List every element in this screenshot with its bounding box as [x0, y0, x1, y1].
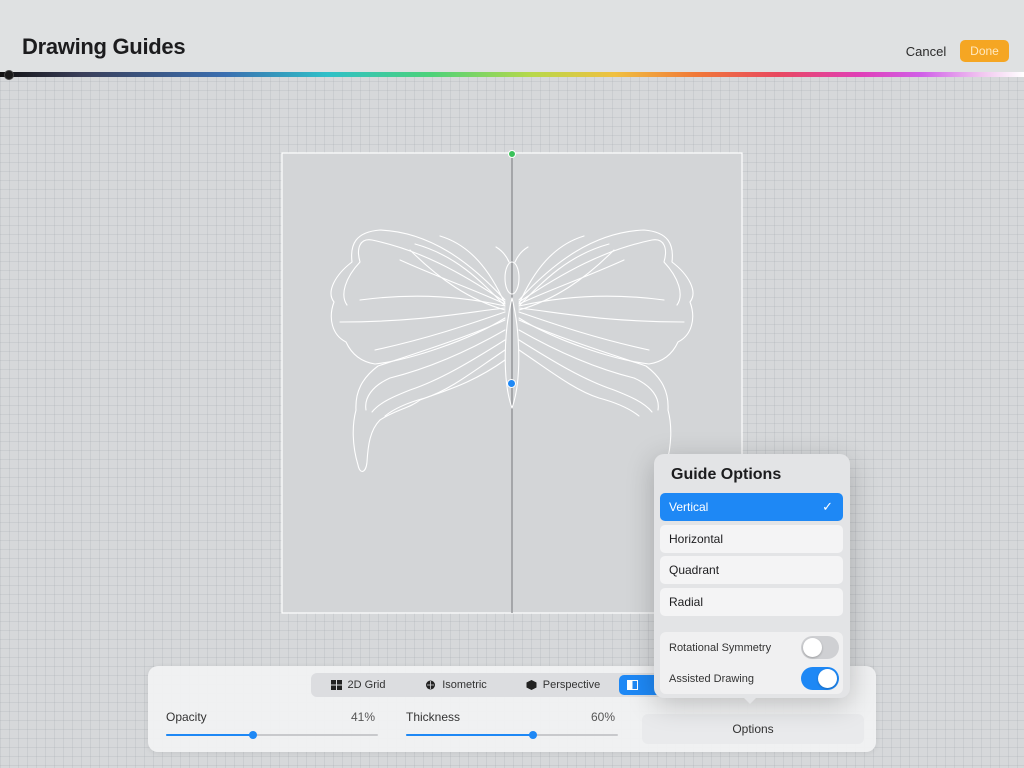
- toggle-label: Rotational Symmetry: [669, 641, 772, 654]
- guide-color-slider[interactable]: [0, 72, 1024, 77]
- guide-options-popover: Guide Options Vertical ✓ Horizontal Quad…: [654, 454, 850, 698]
- done-button[interactable]: Done: [960, 40, 1009, 62]
- option-quadrant[interactable]: Quadrant: [660, 556, 843, 584]
- thickness-slider-fill: [406, 734, 533, 736]
- option-vertical[interactable]: Vertical ✓: [660, 493, 843, 521]
- option-label: Horizontal: [669, 532, 724, 546]
- option-label: Vertical: [669, 500, 709, 514]
- toggle-row-assisted-drawing: Assisted Drawing: [660, 663, 843, 694]
- toggle-label: Assisted Drawing: [669, 672, 754, 685]
- axis-rotate-handle[interactable]: [508, 150, 516, 158]
- toggle-knob: [803, 638, 822, 657]
- toggle-row-rotational-symmetry: Rotational Symmetry: [660, 632, 843, 663]
- option-horizontal[interactable]: Horizontal: [660, 525, 843, 553]
- rotational-symmetry-toggle[interactable]: [801, 636, 839, 659]
- guide-type-label: 2D Grid: [347, 679, 386, 691]
- thickness-slider[interactable]: [406, 731, 618, 739]
- opacity-slider-thumb[interactable]: [249, 731, 257, 739]
- checkmark-icon: ✓: [822, 499, 833, 514]
- option-radial[interactable]: Radial: [660, 588, 843, 616]
- option-toggles: Rotational Symmetry Assisted Drawing: [660, 632, 843, 694]
- opacity-value: 41%: [350, 710, 375, 724]
- top-bar: Drawing Guides Cancel Done: [0, 0, 1024, 74]
- guide-type-perspective[interactable]: Perspective: [509, 675, 617, 695]
- perspective-icon: [526, 680, 537, 690]
- page-title: Drawing Guides: [22, 34, 186, 59]
- thickness-slider-thumb[interactable]: [529, 731, 537, 739]
- grid-icon: [330, 680, 342, 690]
- guide-type-isometric[interactable]: Isometric: [405, 675, 507, 695]
- options-button[interactable]: Options: [642, 714, 864, 744]
- opacity-label: Opacity: [166, 710, 207, 724]
- butterfly-drawing: [330, 229, 694, 472]
- color-slider-knob[interactable]: [4, 70, 14, 80]
- toggle-knob: [818, 669, 837, 688]
- popover-title: Guide Options: [671, 466, 782, 483]
- isometric-icon: [425, 680, 436, 690]
- assisted-drawing-toggle[interactable]: [801, 667, 839, 690]
- opacity-slider-fill: [166, 734, 253, 736]
- symmetry-icon: [627, 680, 638, 690]
- axis-center-handle[interactable]: [507, 379, 516, 388]
- guide-type-2d-grid[interactable]: 2D Grid: [313, 675, 403, 695]
- option-label: Radial: [669, 595, 704, 609]
- opacity-slider[interactable]: [166, 731, 378, 739]
- thickness-label: Thickness: [406, 710, 461, 724]
- guide-type-label: Isometric: [442, 679, 487, 691]
- thickness-value: 60%: [590, 710, 615, 724]
- popover-arrow: [742, 696, 758, 704]
- cancel-button[interactable]: Cancel: [898, 42, 954, 60]
- guide-type-label: Perspective: [542, 679, 601, 691]
- option-label: Quadrant: [669, 563, 720, 577]
